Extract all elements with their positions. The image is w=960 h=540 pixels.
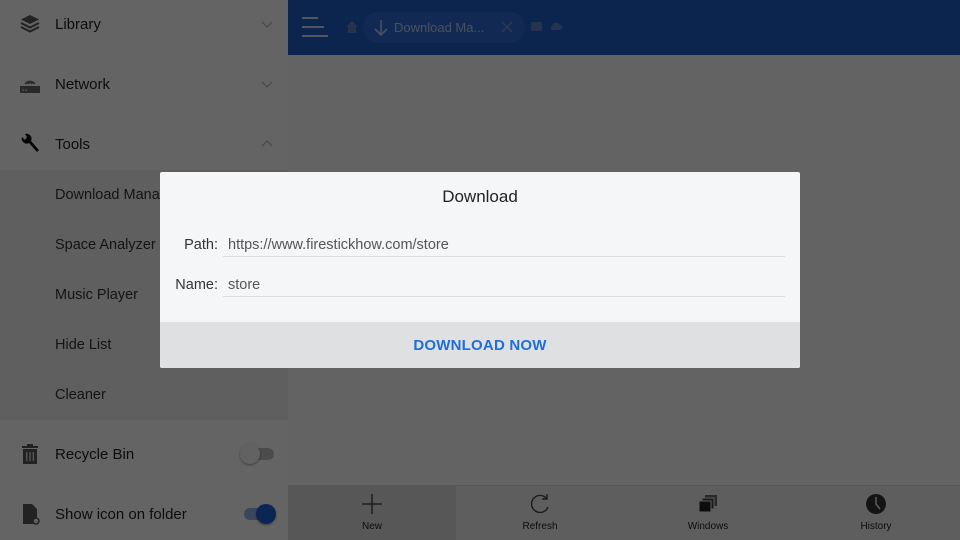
name-label: Name: — [175, 277, 218, 293]
download-now-button[interactable]: DOWNLOAD NOW — [160, 322, 800, 368]
download-dialog: Download Path: Name: DOWNLOAD NOW — [160, 172, 800, 368]
path-field-row: Path: — [160, 233, 800, 259]
path-label: Path: — [184, 237, 218, 253]
dialog-title: Download — [442, 187, 518, 206]
name-input[interactable] — [223, 273, 785, 297]
path-input[interactable] — [223, 233, 785, 257]
name-field-row: Name: — [160, 273, 800, 299]
